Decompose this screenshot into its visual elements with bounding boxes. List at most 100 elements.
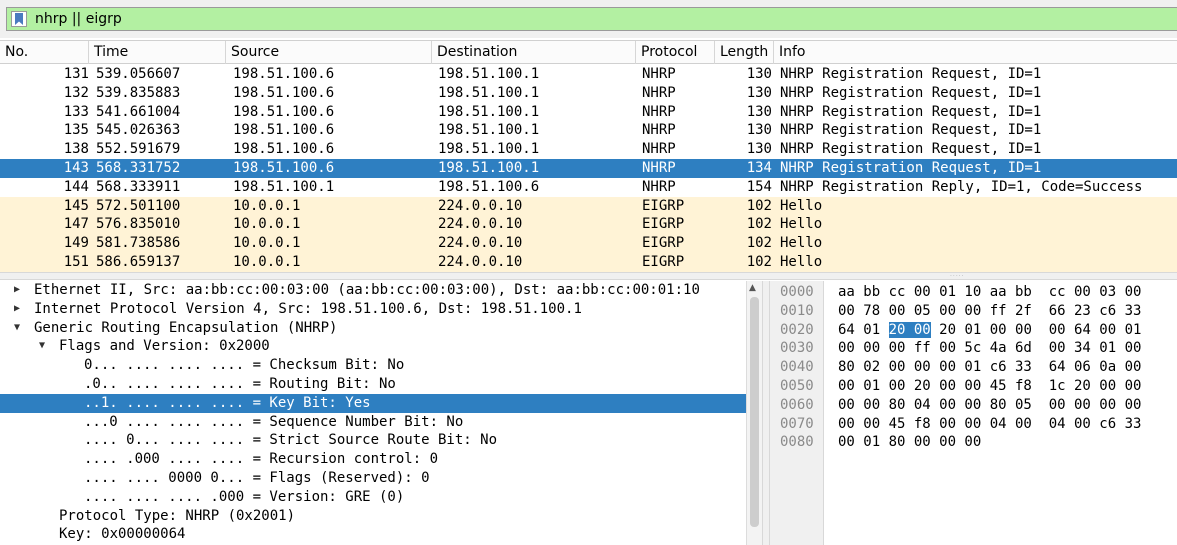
detail-tree-item[interactable]: Key: 0x00000064: [0, 525, 762, 544]
detail-tree-item[interactable]: Protocol Type: NHRP (0x2001): [0, 507, 762, 526]
packet-protocol: NHRP: [642, 103, 676, 120]
packet-row[interactable]: 135 545.026363 198.51.100.6 198.51.100.1 NHR…: [0, 121, 1177, 140]
packet-source: 10.0.0.1: [233, 197, 301, 214]
packet-time: 572.501100: [96, 197, 181, 214]
packet-row[interactable]: 144 568.333911 198.51.100.1 198.51.100.6 NHR…: [0, 178, 1177, 197]
packet-length: 130: [746, 84, 772, 101]
hex-bytes-row[interactable]: 00 01 00 20 00 00 45 f8 1c 20 00 00: [838, 377, 1141, 396]
packet-length: 130: [746, 103, 772, 120]
packet-row[interactable]: 133 541.661004 198.51.100.6 198.51.100.1 NHR…: [0, 103, 1177, 122]
collapsed-arrow-icon[interactable]: ▶: [11, 300, 23, 319]
packet-row[interactable]: 131 539.056607 198.51.100.6 198.51.100.1 NHR…: [0, 65, 1177, 84]
packet-source: 10.0.0.1: [233, 216, 301, 233]
hex-offset: 0020: [780, 321, 814, 338]
packet-info: NHRP Registration Request, ID=1: [780, 103, 1042, 120]
detail-text: .... .... 0000 0... = Flags (Reserved): …: [84, 469, 430, 486]
detail-text: 0... .... .... .... = Checksum Bit: No: [84, 357, 405, 374]
hex-bytes-segment: 20 01 00 00 00 64 00 01: [930, 321, 1142, 338]
expanded-arrow-icon[interactable]: ▼: [36, 337, 48, 356]
expanded-arrow-icon[interactable]: ▼: [11, 319, 23, 338]
detail-text: .... .000 .... .... = Recursion control:…: [84, 451, 439, 468]
detail-text: Flags and Version: 0x2000: [59, 338, 270, 355]
detail-text: .... .... .... .000 = Version: GRE (0): [84, 488, 405, 505]
packet-row[interactable]: 132 539.835883 198.51.100.6 198.51.100.1 NHR…: [0, 84, 1177, 103]
packet-time: 586.659137: [96, 253, 181, 270]
packet-length: 102: [746, 235, 772, 252]
details-scrollbar[interactable]: ▲: [746, 281, 762, 545]
column-header-time[interactable]: Time: [89, 41, 226, 64]
hex-bytes-row[interactable]: 00 01 80 00 00 00: [838, 433, 981, 452]
detail-tree-item[interactable]: ...0 .... .... .... = Sequence Number Bi…: [0, 413, 762, 432]
hex-offset: 0000: [780, 284, 814, 300]
packet-row[interactable]: 147 576.835010 10.0.0.1 224.0.0.10 EIGRP 102 H…: [0, 215, 1177, 235]
packet-time: 552.591679: [96, 141, 181, 158]
hex-offset: 0070: [780, 415, 814, 432]
detail-tree-item[interactable]: ▼ Flags and Version: 0x2000: [0, 337, 762, 356]
packet-source: 198.51.100.1: [233, 178, 335, 195]
scroll-up-arrow-icon[interactable]: ▲: [749, 283, 756, 293]
hex-offset: 0050: [780, 378, 814, 394]
detail-tree-item[interactable]: ▼ Generic Routing Encapsulation (NHRP): [0, 319, 762, 338]
packet-row[interactable]: 151 586.659137 10.0.0.1 224.0.0.10 EIGRP 102 H…: [0, 252, 1177, 272]
packet-source: 10.0.0.1: [233, 253, 301, 270]
packet-list: No. Time Source Destination Protocol Len…: [0, 40, 1177, 272]
column-header-length[interactable]: Length: [715, 41, 774, 64]
packet-row[interactable]: 138 552.591679 198.51.100.6 198.51.100.1 NHR…: [0, 140, 1177, 159]
packet-row[interactable]: 143 568.331752 198.51.100.6 198.51.100.1 NHR…: [0, 158, 1177, 178]
hex-bytes-row[interactable]: 00 00 45 f8 00 00 04 00 04 00 c6 33: [838, 415, 1141, 434]
packet-row[interactable]: 149 581.738586 10.0.0.1 224.0.0.10 EIGRP 102 H…: [0, 234, 1177, 253]
packet-source: 198.51.100.6: [233, 84, 335, 101]
detail-tree-item[interactable]: 0... .... .... .... = Checksum Bit: No: [0, 356, 762, 375]
detail-tree-item[interactable]: .... .... 0000 0... = Flags (Reserved): …: [0, 469, 762, 488]
hex-offset: 0080: [780, 434, 814, 451]
packet-destination: 198.51.100.1: [438, 141, 540, 158]
packet-number: 145: [63, 197, 89, 214]
vertical-pane-splitter[interactable]: [762, 281, 770, 545]
packet-length: 102: [746, 216, 772, 233]
packet-protocol: NHRP: [642, 178, 676, 195]
column-header-protocol[interactable]: Protocol: [636, 41, 715, 64]
column-header-source[interactable]: Source: [226, 41, 432, 64]
packet-source: 198.51.100.6: [233, 141, 335, 158]
detail-text: Protocol Type: NHRP (0x2001): [59, 507, 296, 524]
packet-row[interactable]: 145 572.501100 10.0.0.1 224.0.0.10 EIGRP 102 H…: [0, 196, 1177, 216]
hex-bytes-row[interactable]: 00 78 00 05 00 00 ff 2f 66 23 c6 33: [838, 302, 1141, 321]
column-header-no[interactable]: No.: [0, 41, 89, 64]
hex-bytes-row[interactable]: 00 00 00 ff 00 5c 4a 6d 00 34 01 00: [838, 339, 1141, 358]
packet-destination: 224.0.0.10: [438, 235, 523, 252]
detail-tree-item[interactable]: ▶ Ethernet II, Src: aa:bb:cc:00:03:00 (aa…: [0, 281, 762, 300]
detail-text: Key: 0x00000064: [59, 526, 186, 543]
detail-tree-item[interactable]: ..1. .... .... .... = Key Bit: Yes: [0, 393, 762, 413]
packet-length: 134: [746, 159, 772, 176]
bookmark-icon[interactable]: [11, 11, 27, 27]
hex-bytes-row[interactable]: 64 01 20 00 20 01 00 00 00 64 00 01: [838, 321, 1141, 340]
packet-number: 132: [63, 84, 89, 101]
column-header-info[interactable]: Info: [774, 41, 1177, 64]
detail-tree-item[interactable]: .... .... .... .000 = Version: GRE (0): [0, 488, 762, 507]
packet-protocol: EIGRP: [642, 253, 685, 270]
hex-bytes-row[interactable]: aa bb cc 00 01 10 aa bb cc 00 03 00: [838, 283, 1141, 302]
packet-info: NHRP Registration Request, ID=1: [780, 141, 1042, 158]
detail-tree-item[interactable]: .0.. .... .... .... = Routing Bit: No: [0, 375, 762, 394]
detail-tree-item[interactable]: .... 0... .... .... = Strict Source Rout…: [0, 431, 762, 450]
collapsed-arrow-icon[interactable]: ▶: [11, 281, 23, 300]
packet-destination: 224.0.0.10: [438, 253, 523, 270]
detail-tree-item[interactable]: ▶ Internet Protocol Version 4, Src: 198.5…: [0, 300, 762, 319]
hex-bytes-row[interactable]: 00 00 80 04 00 00 80 05 00 00 00 00: [838, 396, 1141, 415]
detail-tree-item[interactable]: .... .000 .... .... = Recursion control:…: [0, 450, 762, 469]
packet-destination: 198.51.100.1: [438, 66, 540, 82]
packet-info: NHRP Registration Reply, ID=1, Code=Succ…: [780, 178, 1143, 195]
pane-splitter[interactable]: ·····: [0, 272, 1177, 280]
packet-number: 138: [63, 141, 89, 158]
packet-number: 131: [63, 66, 89, 82]
display-filter-input[interactable]: nhrp || eigrp: [6, 7, 1177, 31]
packet-length: 130: [746, 66, 772, 82]
packet-list-header: No. Time Source Destination Protocol Len…: [0, 40, 1177, 64]
detail-text: .0.. .... .... .... = Routing Bit: No: [84, 375, 396, 392]
detail-text: ...0 .... .... .... = Sequence Number Bi…: [84, 413, 464, 430]
hex-bytes-segment: 64 01: [838, 321, 889, 338]
packet-bytes-pane: 0000 0010 0020 0030 0040 0050 0060 0070 0080 aa …: [770, 281, 1177, 545]
column-header-destination[interactable]: Destination: [432, 41, 636, 64]
scrollbar-thumb[interactable]: [750, 297, 759, 527]
hex-bytes-row[interactable]: 80 02 00 00 00 01 c6 33 64 06 0a 00: [838, 358, 1141, 377]
